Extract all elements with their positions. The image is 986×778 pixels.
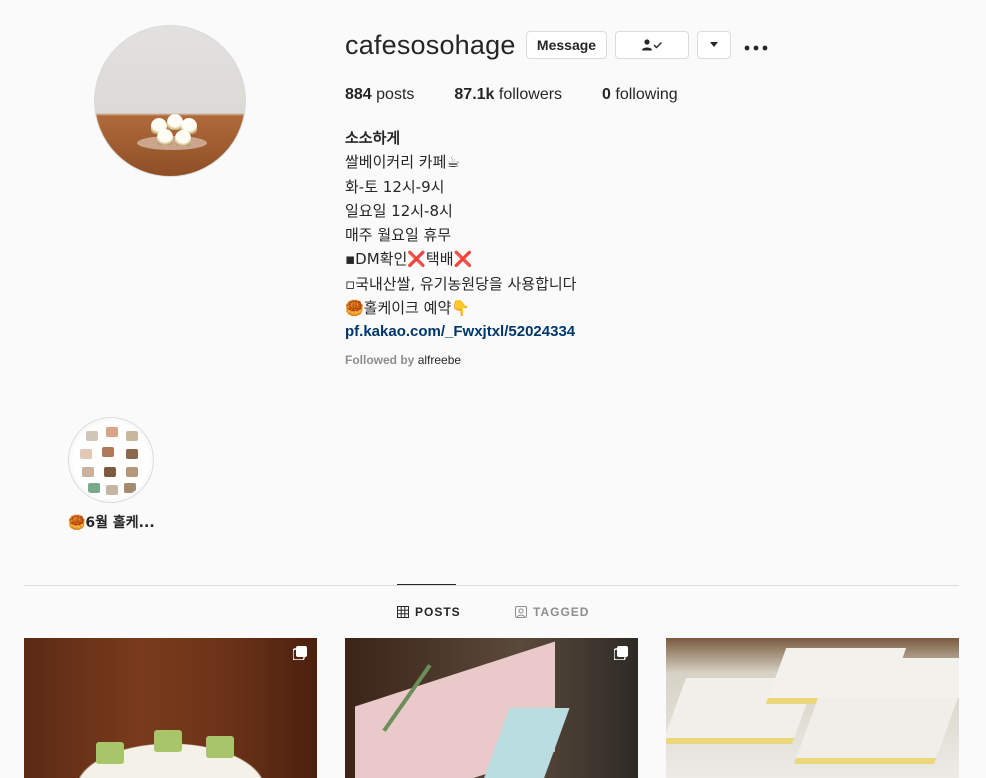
bio-line: 일요일 12시-8시 xyxy=(345,201,453,220)
message-button[interactable]: Message xyxy=(526,31,607,59)
posts-stat: 884 posts xyxy=(345,86,414,104)
suggested-dropdown-button[interactable] xyxy=(697,31,731,59)
bio-line: 화-토 12시-9시 xyxy=(345,177,445,196)
bio-line: ▫국내산쌀, 유기농원당을 사용합니다 xyxy=(345,274,577,293)
followed-by-prefix: Followed by xyxy=(345,353,415,367)
tab-tagged-label: TAGGED xyxy=(533,605,590,619)
followed-by[interactable]: Followed by alfreebe xyxy=(345,353,461,367)
bio-line: 매주 월요일 휴무 xyxy=(345,226,452,245)
multi-post-icon xyxy=(293,646,307,660)
followers-count: 87.1k xyxy=(454,86,495,103)
following-count: 0 xyxy=(602,86,611,103)
following-stat[interactable]: 0 following xyxy=(602,86,678,104)
post-thumbnail[interactable] xyxy=(345,638,638,778)
tag-icon xyxy=(515,606,527,618)
post-thumbnail[interactable] xyxy=(666,638,959,778)
multi-post-icon xyxy=(614,646,628,660)
followed-by-user: alfreebe xyxy=(417,353,462,367)
bio-link[interactable]: pf.kakao.com/_Fwxjtxl/52024334 xyxy=(345,320,576,344)
profile-avatar[interactable] xyxy=(94,25,246,177)
highlight-label: 🥮6월 홀케... xyxy=(68,515,155,531)
tabs-divider xyxy=(24,585,959,586)
post-thumbnail[interactable] xyxy=(24,638,317,778)
posts-label: posts xyxy=(376,86,415,103)
profile-bio: 소소하게 쌀베이커리 카페☕ 화-토 12시-9시 일요일 12시-8시 매주 … xyxy=(345,126,576,345)
tab-tagged[interactable]: TAGGED xyxy=(515,605,589,619)
person-check-icon xyxy=(642,39,662,51)
active-tab-indicator xyxy=(397,584,456,585)
bio-line: ▪DM확인❌택배❌ xyxy=(345,250,473,269)
bio-line: 쌀베이커리 카페☕ xyxy=(345,153,460,172)
more-icon xyxy=(744,45,768,51)
posts-count: 884 xyxy=(345,86,372,103)
grid-icon xyxy=(397,606,409,618)
chevron-down-icon xyxy=(710,42,718,47)
highlight-thumbnail[interactable] xyxy=(72,421,150,499)
following-button[interactable] xyxy=(615,31,689,59)
bio-name: 소소하게 xyxy=(345,129,401,147)
tab-posts-label: POSTS xyxy=(415,605,461,619)
profile-stats: 884 posts 87.1k followers 0 following xyxy=(345,86,718,104)
followers-label: followers xyxy=(498,86,563,103)
more-options-button[interactable] xyxy=(744,34,768,57)
following-label: following xyxy=(615,86,678,103)
bio-line: 🥮홀케이크 예약👇 xyxy=(345,299,470,318)
profile-username: cafesosohage xyxy=(345,30,516,60)
tab-posts[interactable]: POSTS xyxy=(397,605,461,619)
followers-stat[interactable]: 87.1k followers xyxy=(454,86,562,104)
